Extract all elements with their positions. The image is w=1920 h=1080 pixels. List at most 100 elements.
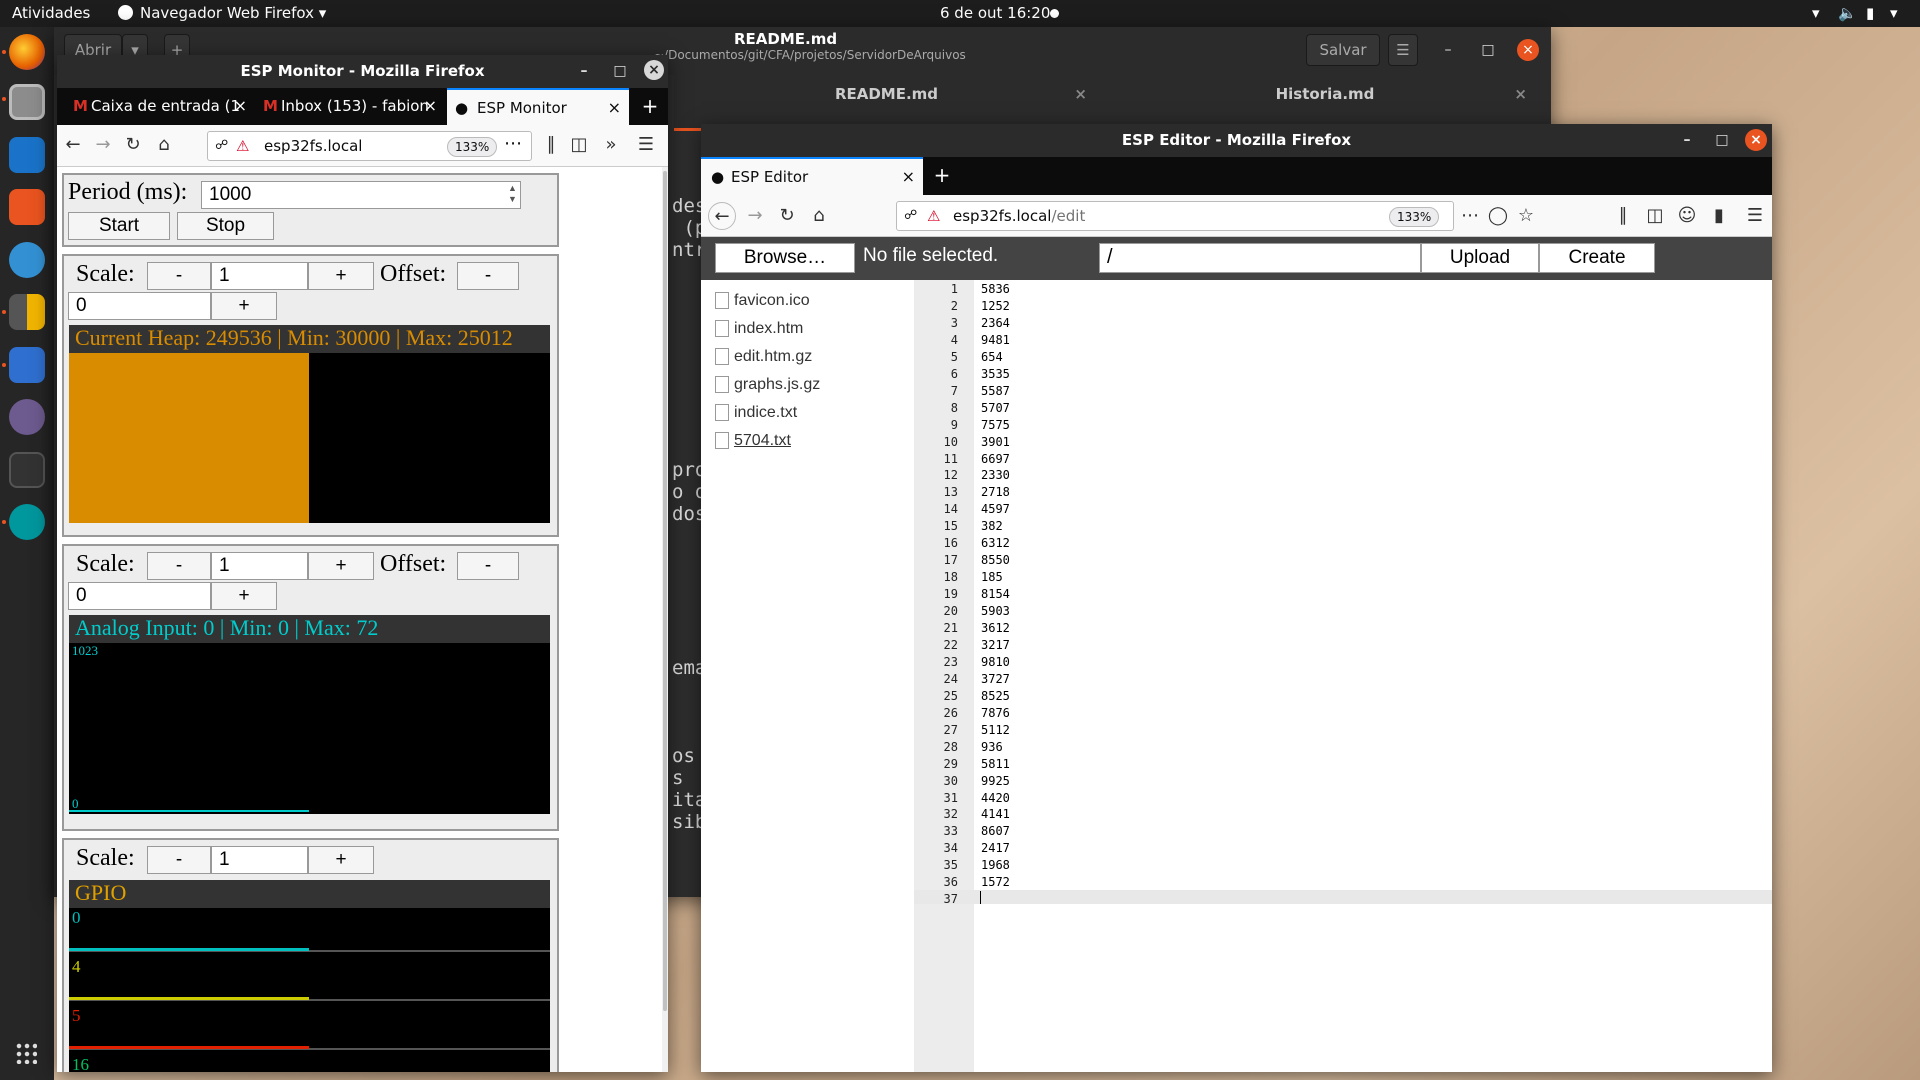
scrollbar-thumb[interactable] (663, 171, 667, 1011)
scale-minus-button[interactable]: - (147, 552, 211, 580)
scale-plus-button[interactable]: + (308, 262, 374, 290)
scale-minus-button[interactable]: - (147, 262, 211, 290)
code-line[interactable]: 3612 (981, 621, 1010, 635)
browse-button[interactable]: Browse… (715, 243, 855, 273)
maximize-icon[interactable]: □ (1477, 39, 1499, 61)
arduino-icon[interactable] (9, 504, 45, 540)
screenshot-icon[interactable] (9, 399, 45, 435)
back-icon[interactable]: ← (708, 202, 736, 230)
page-actions-icon[interactable]: ⋯ (1456, 202, 1484, 230)
volume-icon[interactable]: 🔈 (1838, 4, 1857, 22)
offset-input[interactable]: 0 (68, 582, 211, 610)
code-line[interactable]: 382 (981, 519, 1003, 533)
code-line[interactable]: 5903 (981, 604, 1010, 618)
code-line[interactable]: 3535 (981, 367, 1010, 381)
code-line[interactable]: 185 (981, 570, 1003, 584)
code-line[interactable]: 654 (981, 350, 1003, 364)
sidebar-icon[interactable]: ◫ (1641, 202, 1669, 230)
scale-plus-button[interactable]: + (308, 552, 374, 580)
forward-icon[interactable]: → (741, 202, 769, 230)
file-item[interactable]: indice.txt (715, 402, 797, 424)
code-line[interactable]: 2718 (981, 485, 1010, 499)
code-line[interactable]: 7575 (981, 418, 1010, 432)
offset-minus-button[interactable]: - (457, 262, 519, 290)
code-line[interactable]: 5707 (981, 401, 1010, 415)
code-line[interactable]: 3217 (981, 638, 1010, 652)
library-icon[interactable]: ∥ (537, 131, 565, 159)
code-line[interactable]: 2417 (981, 841, 1010, 855)
code-line[interactable]: 2330 (981, 468, 1010, 482)
extension-icon[interactable]: ▮ (1705, 202, 1733, 230)
clock[interactable]: 6 de out 16:20 (940, 4, 1050, 22)
monitor-url-bar[interactable]: ☍ ⚠ esp32fs.local 133% ⋯ (207, 131, 532, 161)
stop-button[interactable]: Stop (177, 212, 274, 240)
monitor-scrollbar[interactable] (662, 167, 668, 1072)
tab-inbox[interactable]: M Inbox (153) - fabion × (255, 88, 445, 124)
code-line[interactable]: 5836 (981, 282, 1010, 296)
code-line[interactable]: 3727 (981, 672, 1010, 686)
code-line[interactable]: 8550 (981, 553, 1010, 567)
home-icon[interactable]: ⌂ (150, 131, 178, 159)
code-line[interactable]: 6312 (981, 536, 1010, 550)
system-menu-icon[interactable]: ▾ (1890, 4, 1898, 22)
upload-button[interactable]: Upload (1421, 243, 1539, 273)
code-line[interactable]: 5587 (981, 384, 1010, 398)
home-icon[interactable]: ⌂ (805, 202, 833, 230)
new-tab-button[interactable]: + (635, 88, 665, 124)
code-line[interactable]: 3901 (981, 435, 1010, 449)
offset-plus-button[interactable]: + (211, 582, 277, 610)
writer-icon[interactable] (9, 137, 45, 173)
close-icon[interactable]: × (1517, 39, 1539, 61)
code-editor[interactable]: 1 5836 2 1252 3 2364 4 9481 5 654 6 3535 7 5587 8 5707 9… (914, 280, 1772, 1072)
back-icon[interactable]: ← (59, 131, 87, 159)
maximize-icon[interactable]: □ (1711, 129, 1733, 151)
minimize-icon[interactable]: – (1437, 39, 1459, 61)
account-icon[interactable]: ☺ (1673, 202, 1701, 230)
calculator-icon[interactable] (9, 294, 45, 330)
code-line[interactable]: 2364 (981, 316, 1010, 330)
firefox-icon[interactable] (9, 34, 45, 70)
code-line[interactable]: 1968 (981, 858, 1010, 872)
close-icon[interactable]: × (644, 60, 664, 80)
tab-esp-monitor[interactable]: ● ESP Monitor × (447, 88, 629, 126)
code-line[interactable]: 5811 (981, 757, 1010, 771)
file-item-selected[interactable]: 5704.txt (715, 430, 791, 452)
menu-icon[interactable]: ☰ (1741, 202, 1769, 230)
code-line[interactable]: 4141 (981, 807, 1010, 821)
activities-button[interactable]: Atividades (12, 4, 90, 22)
show-applications-icon[interactable] (15, 1042, 37, 1064)
period-input[interactable]: 1000 (201, 181, 521, 209)
code-line[interactable]: 6697 (981, 452, 1010, 466)
close-icon[interactable]: × (1745, 129, 1767, 151)
code-line[interactable]: 7876 (981, 706, 1010, 720)
tab-historia[interactable]: Historia.md × (1099, 75, 1551, 131)
sidebar-icon[interactable]: ◫ (565, 131, 593, 159)
text-editor-icon[interactable] (9, 347, 45, 383)
code-line[interactable]: 8525 (981, 689, 1010, 703)
reload-icon[interactable]: ↻ (119, 131, 147, 159)
code-line[interactable]: 8607 (981, 824, 1010, 838)
tab-readme[interactable]: README.md × (674, 75, 1099, 131)
offset-minus-button[interactable]: - (457, 552, 519, 580)
forward-icon[interactable]: → (89, 131, 117, 159)
library-icon[interactable]: ∥ (1609, 202, 1637, 230)
tab-caixa-de-entrada[interactable]: M Caixa de entrada (1 × (65, 88, 255, 124)
terminal-icon[interactable] (9, 452, 45, 488)
minimize-icon[interactable]: – (1676, 129, 1698, 151)
zoom-indicator[interactable]: 133% (1389, 207, 1440, 227)
menu-icon[interactable]: ☰ (632, 131, 660, 159)
period-spinner-icon[interactable]: ▲ ▼ (508, 183, 517, 205)
minimize-icon[interactable]: – (573, 60, 595, 82)
start-button[interactable]: Start (68, 212, 170, 240)
code-line[interactable]: 9810 (981, 655, 1010, 669)
software-center-icon[interactable] (9, 189, 45, 225)
maximize-icon[interactable]: □ (609, 60, 631, 82)
code-line[interactable]: 5112 (981, 723, 1010, 737)
new-tab-button[interactable]: + (927, 157, 957, 193)
zoom-indicator[interactable]: 133% (447, 137, 498, 157)
offset-plus-button[interactable]: + (211, 292, 277, 320)
overflow-icon[interactable]: » (597, 131, 625, 159)
save-button[interactable]: Salvar (1306, 34, 1380, 66)
scale-input[interactable]: 1 (211, 262, 308, 290)
help-icon[interactable] (9, 242, 45, 278)
